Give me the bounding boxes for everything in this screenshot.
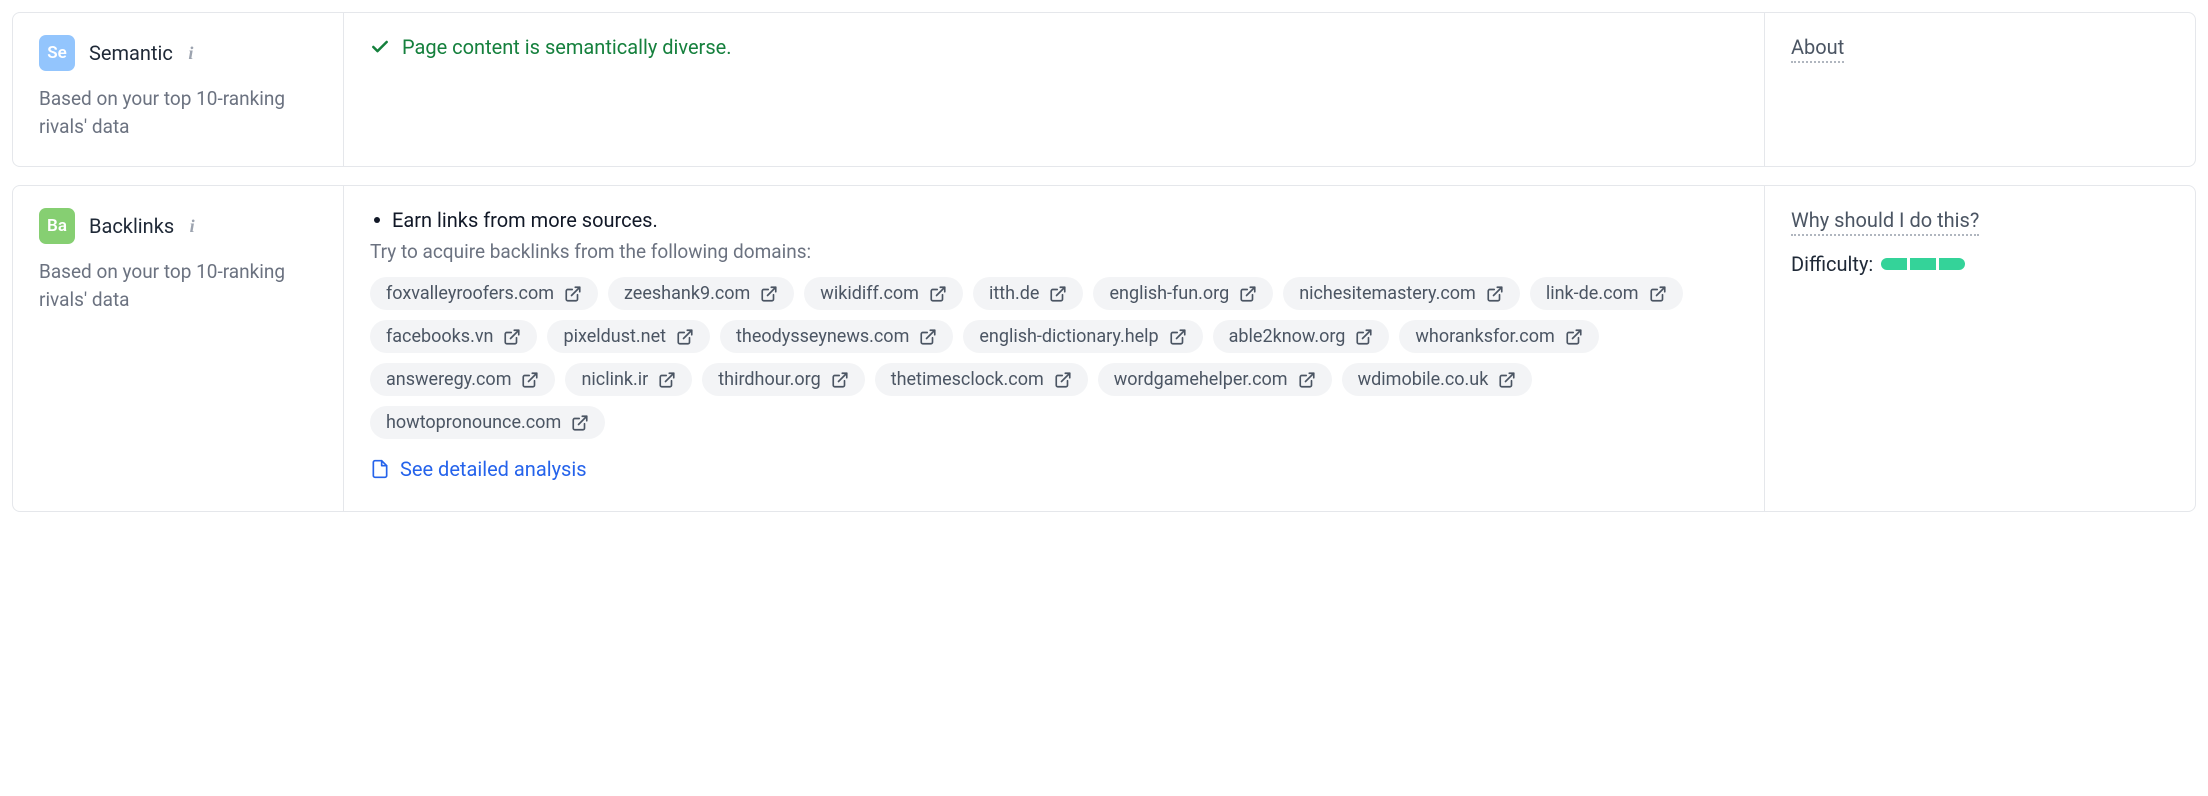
bullet-icon: [374, 217, 380, 223]
domain-chip-label: english-fun.org: [1109, 283, 1229, 304]
about-link[interactable]: About: [1791, 35, 1844, 63]
external-link-icon: [658, 371, 676, 389]
backlinks-hint: Try to acquire backlinks from the follow…: [370, 240, 1738, 263]
detailed-analysis-text: See detailed analysis: [400, 457, 587, 481]
domain-chip[interactable]: facebooks.vn: [370, 320, 537, 353]
domain-chip[interactable]: pixeldust.net: [547, 320, 710, 353]
backlinks-bullet: Earn links from more sources.: [370, 208, 1738, 232]
domain-chip-label: thetimesclock.com: [891, 369, 1044, 390]
info-icon[interactable]: i: [181, 43, 201, 63]
domain-chip-label: link-de.com: [1546, 283, 1639, 304]
semantic-status-text: Page content is semantically diverse.: [402, 35, 732, 59]
domain-chip[interactable]: able2know.org: [1213, 320, 1390, 353]
domain-chip[interactable]: english-fun.org: [1093, 277, 1273, 310]
external-link-icon: [1649, 285, 1667, 303]
domain-chip[interactable]: english-dictionary.help: [963, 320, 1202, 353]
external-link-icon: [1486, 285, 1504, 303]
difficulty-segment: [1881, 258, 1907, 270]
domain-chip[interactable]: wdimobile.co.uk: [1342, 363, 1533, 396]
domain-chip-label: thirdhour.org: [718, 369, 820, 390]
domain-chip-label: howtopronounce.com: [386, 412, 561, 433]
external-link-icon: [1239, 285, 1257, 303]
backlinks-middle: Earn links from more sources. Try to acq…: [343, 186, 1765, 511]
semantic-status: Page content is semantically diverse.: [370, 35, 1738, 59]
domain-chip-label: niclink.ir: [581, 369, 648, 390]
domain-chip-label: nichesitemastery.com: [1299, 283, 1476, 304]
semantic-badge: Se: [39, 35, 75, 71]
domain-chip[interactable]: zeeshank9.com: [608, 277, 794, 310]
domain-chip[interactable]: thetimesclock.com: [875, 363, 1088, 396]
external-link-icon: [760, 285, 778, 303]
domain-chip[interactable]: nichesitemastery.com: [1283, 277, 1520, 310]
domain-chip[interactable]: thirdhour.org: [702, 363, 864, 396]
external-link-icon: [676, 328, 694, 346]
external-link-icon: [564, 285, 582, 303]
domain-chip-label: theodysseynews.com: [736, 326, 909, 347]
external-link-icon: [929, 285, 947, 303]
domain-chip-label: able2know.org: [1229, 326, 1346, 347]
backlinks-left: Ba Backlinks i Based on your top 10-rank…: [13, 186, 343, 511]
external-link-icon: [1298, 371, 1316, 389]
semantic-card: Se Semantic i Based on your top 10-ranki…: [12, 12, 2196, 167]
difficulty-segment: [1910, 258, 1936, 270]
domain-chip[interactable]: niclink.ir: [565, 363, 692, 396]
difficulty-label: Difficulty:: [1791, 252, 1873, 276]
external-link-icon: [571, 414, 589, 432]
domain-chip-label: foxvalleyroofers.com: [386, 283, 554, 304]
domain-chip[interactable]: whoranksfor.com: [1399, 320, 1598, 353]
difficulty-segment: [1939, 258, 1965, 270]
backlinks-header: Ba Backlinks i: [39, 208, 317, 244]
domain-chip[interactable]: answeregy.com: [370, 363, 555, 396]
backlinks-subtitle: Based on your top 10-ranking rivals' dat…: [39, 258, 317, 313]
external-link-icon: [1355, 328, 1373, 346]
check-icon: [370, 37, 390, 57]
domain-chip-label: wdimobile.co.uk: [1358, 369, 1489, 390]
difficulty-row: Difficulty:: [1791, 252, 2169, 276]
backlinks-bullet-text: Earn links from more sources.: [392, 208, 658, 232]
semantic-title: Semantic: [89, 41, 173, 65]
document-icon: [370, 458, 390, 480]
backlinks-title: Backlinks: [89, 214, 174, 238]
domain-chip[interactable]: theodysseynews.com: [720, 320, 953, 353]
domain-chip[interactable]: link-de.com: [1530, 277, 1683, 310]
domain-chip[interactable]: itth.de: [973, 277, 1084, 310]
semantic-middle: Page content is semantically diverse.: [343, 13, 1765, 166]
semantic-right: About: [1765, 13, 2195, 166]
backlinks-card: Ba Backlinks i Based on your top 10-rank…: [12, 185, 2196, 512]
external-link-icon: [919, 328, 937, 346]
backlinks-badge: Ba: [39, 208, 75, 244]
external-link-icon: [503, 328, 521, 346]
detailed-analysis-link[interactable]: See detailed analysis: [370, 457, 587, 481]
domain-chip-label: wikidiff.com: [820, 283, 919, 304]
domain-chip[interactable]: foxvalleyroofers.com: [370, 277, 598, 310]
domain-chip-label: itth.de: [989, 283, 1040, 304]
domain-chip-label: wordgamehelper.com: [1114, 369, 1288, 390]
difficulty-meter: [1881, 258, 1965, 270]
domain-chip-list: foxvalleyroofers.com zeeshank9.com wikidif…: [370, 277, 1738, 439]
external-link-icon: [831, 371, 849, 389]
domain-chip-label: pixeldust.net: [563, 326, 666, 347]
external-link-icon: [1054, 371, 1072, 389]
external-link-icon: [1498, 371, 1516, 389]
external-link-icon: [521, 371, 539, 389]
why-link[interactable]: Why should I do this?: [1791, 208, 1979, 236]
semantic-header: Se Semantic i: [39, 35, 317, 71]
domain-chip-label: english-dictionary.help: [979, 326, 1158, 347]
external-link-icon: [1049, 285, 1067, 303]
backlinks-right: Why should I do this? Difficulty:: [1765, 186, 2195, 511]
domain-chip-label: whoranksfor.com: [1415, 326, 1554, 347]
domain-chip-label: facebooks.vn: [386, 326, 493, 347]
semantic-subtitle: Based on your top 10-ranking rivals' dat…: [39, 85, 317, 140]
info-icon[interactable]: i: [182, 216, 202, 236]
external-link-icon: [1169, 328, 1187, 346]
domain-chip[interactable]: wikidiff.com: [804, 277, 963, 310]
domain-chip-label: answeregy.com: [386, 369, 511, 390]
external-link-icon: [1565, 328, 1583, 346]
domain-chip-label: zeeshank9.com: [624, 283, 750, 304]
domain-chip[interactable]: howtopronounce.com: [370, 406, 605, 439]
semantic-left: Se Semantic i Based on your top 10-ranki…: [13, 13, 343, 166]
domain-chip[interactable]: wordgamehelper.com: [1098, 363, 1332, 396]
